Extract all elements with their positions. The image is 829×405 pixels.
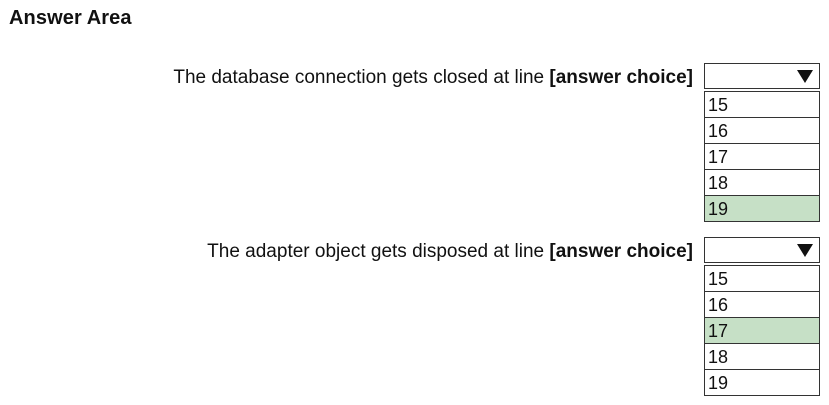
question-2-choice-label: [answer choice] <box>549 241 693 262</box>
option-19[interactable]: 19 <box>705 370 819 396</box>
question-1-options: 15 16 17 18 19 <box>704 91 820 222</box>
question-1-prompt: The database connection gets closed at l… <box>173 67 693 89</box>
option-16[interactable]: 16 <box>705 292 819 318</box>
answer-area-heading: Answer Area <box>9 7 132 29</box>
question-2: The adapter object gets disposed at line… <box>0 235 829 405</box>
triangle-down-icon[interactable] <box>791 64 819 88</box>
option-15[interactable]: 15 <box>705 266 819 292</box>
option-18[interactable]: 18 <box>705 344 819 370</box>
question-2-select[interactable] <box>704 237 820 263</box>
option-19-selected[interactable]: 19 <box>705 196 819 222</box>
option-18[interactable]: 18 <box>705 170 819 196</box>
question-2-options: 15 16 17 18 19 <box>704 265 820 396</box>
option-17[interactable]: 17 <box>705 144 819 170</box>
question-1-select[interactable] <box>704 63 820 89</box>
triangle-down-icon[interactable] <box>791 238 819 262</box>
question-2-text: The adapter object gets disposed at line <box>207 241 545 262</box>
option-17-selected[interactable]: 17 <box>705 318 819 344</box>
question-2-prompt: The adapter object gets disposed at line… <box>207 241 693 263</box>
question-2-dropdown[interactable]: 15 16 17 18 19 <box>704 237 820 396</box>
question-1-text: The database connection gets closed at l… <box>173 67 545 88</box>
question-1: The database connection gets closed at l… <box>0 61 829 231</box>
option-15[interactable]: 15 <box>705 92 819 118</box>
question-1-dropdown[interactable]: 15 16 17 18 19 <box>704 63 820 222</box>
question-1-choice-label: [answer choice] <box>549 67 693 88</box>
option-16[interactable]: 16 <box>705 118 819 144</box>
